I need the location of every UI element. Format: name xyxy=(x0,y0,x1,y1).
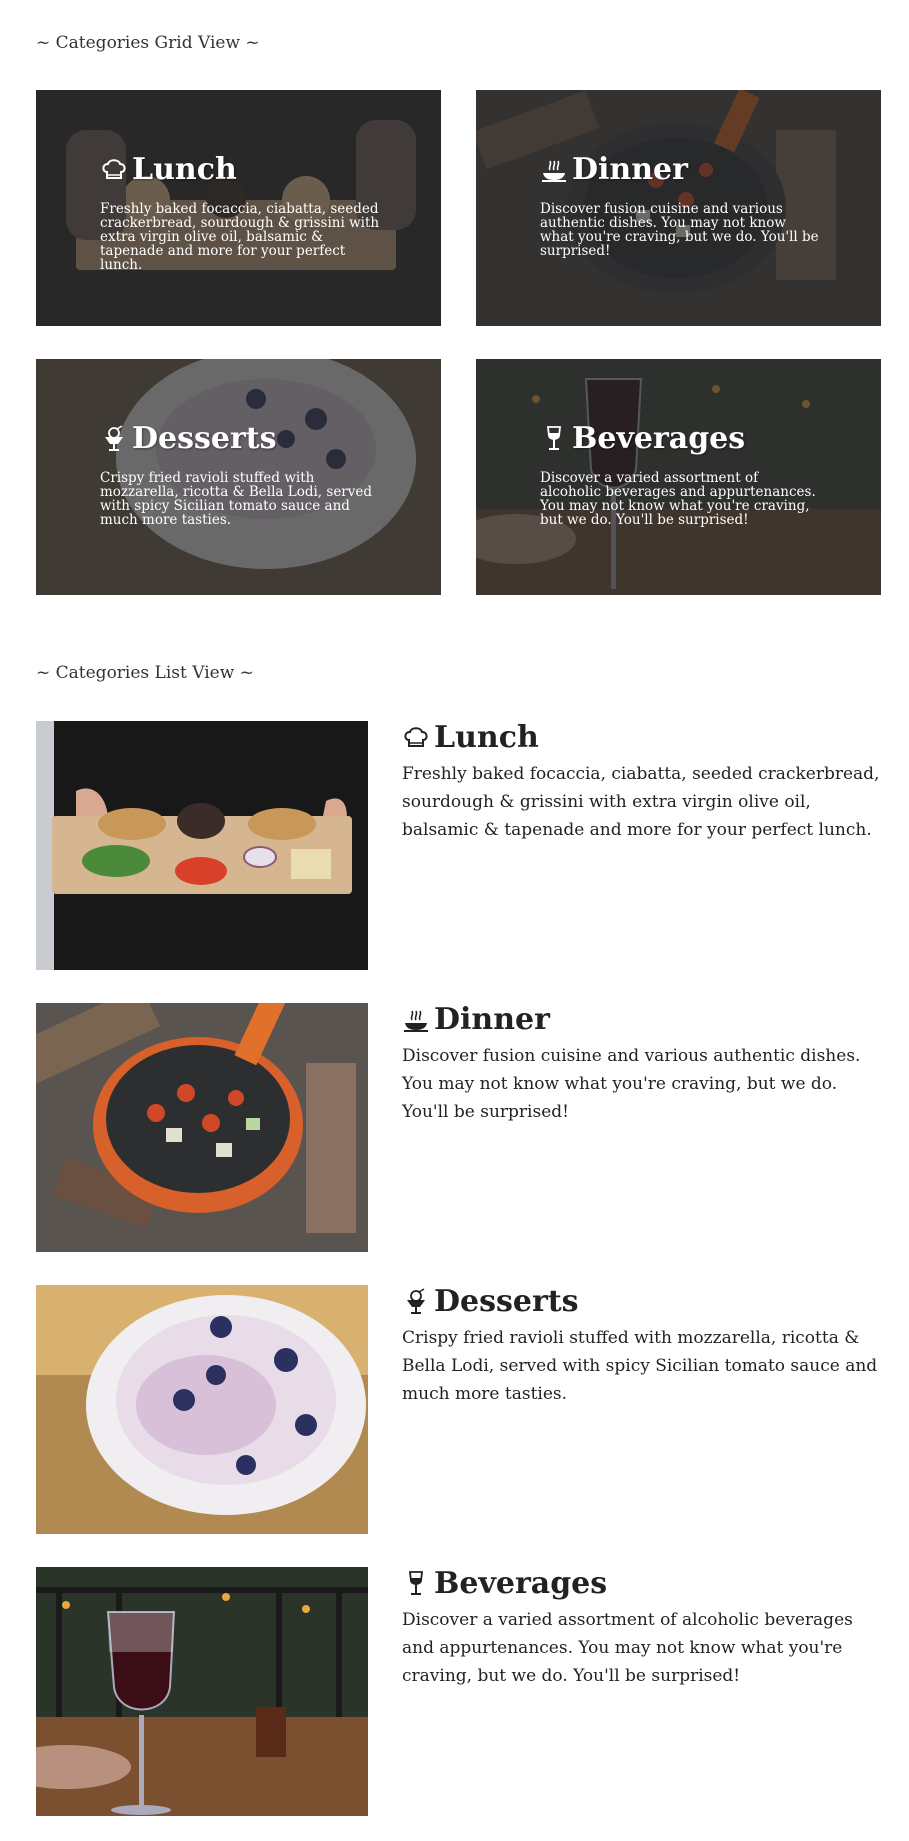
dinner-image[interactable] xyxy=(36,1003,368,1252)
grid-card-title: Desserts xyxy=(132,421,277,456)
list-item-description: Discover fusion cuisine and various auth… xyxy=(402,1046,861,1122)
grid-card-description: Crispy fried ravioli stuffed with mozzar… xyxy=(100,470,373,528)
list-view-heading: ~ Categories List View ~ xyxy=(36,663,254,683)
grid-card-dinner[interactable]: Dinner Discover fusion cuisine and vario… xyxy=(476,90,881,326)
grid-card-lunch[interactable]: Lunch Freshly baked focaccia, ciabatta, … xyxy=(36,90,441,326)
list-item-title[interactable]: Desserts xyxy=(434,1286,579,1318)
desserts-image[interactable] xyxy=(36,1285,368,1534)
lunch-image[interactable] xyxy=(36,721,368,970)
grid-card-description: Discover a varied assortment of alcoholi… xyxy=(540,470,816,528)
grid-card-description: Discover fusion cuisine and various auth… xyxy=(540,201,819,259)
list-item-title[interactable]: Lunch xyxy=(434,722,539,754)
grid-card-title: Dinner xyxy=(572,152,688,187)
list-item-description: Freshly baked focaccia, ciabatta, seeded… xyxy=(402,764,880,840)
grid-card-title: Lunch xyxy=(132,152,237,187)
wine-glass-icon xyxy=(408,1571,424,1595)
steaming-dish-icon xyxy=(542,160,566,182)
grid-card-description: Freshly baked focaccia, ciabatta, seeded… xyxy=(100,201,380,273)
grid-view-heading: ~ Categories Grid View ~ xyxy=(36,33,260,53)
list-item-description: Crispy fried ravioli stuffed with mozzar… xyxy=(402,1328,878,1404)
list-item-title[interactable]: Dinner xyxy=(434,1004,550,1036)
list-item-title[interactable]: Beverages xyxy=(434,1568,607,1600)
ice-cream-cup-icon xyxy=(105,425,123,451)
chef-hat-icon xyxy=(102,159,126,179)
chef-hat-icon xyxy=(404,727,428,747)
ice-cream-cup-icon xyxy=(407,1288,425,1314)
wine-glass-icon xyxy=(546,426,562,450)
list-item-description: Discover a varied assortment of alcoholi… xyxy=(402,1610,853,1686)
grid-card-title: Beverages xyxy=(572,421,746,456)
steaming-dish-icon xyxy=(404,1010,428,1032)
grid-card-beverages[interactable]: Beverages Discover a varied assortment o… xyxy=(476,359,881,595)
beverages-image[interactable] xyxy=(36,1567,368,1816)
grid-card-desserts[interactable]: Desserts Crispy fried ravioli stuffed wi… xyxy=(36,359,441,595)
